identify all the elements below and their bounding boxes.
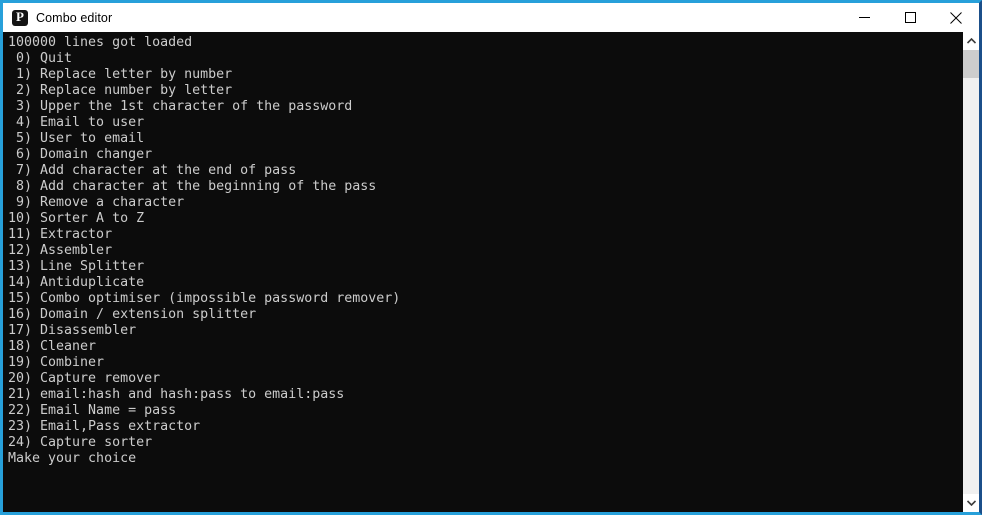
close-icon: [950, 11, 962, 24]
maximize-icon: [904, 12, 916, 23]
scroll-up-button[interactable]: [963, 32, 979, 50]
vertical-scrollbar[interactable]: [963, 32, 979, 512]
close-button[interactable]: [933, 3, 979, 32]
chevron-down-icon: [966, 500, 976, 506]
window-title: Combo editor: [36, 10, 113, 25]
minimize-icon: [858, 17, 870, 18]
padlock-p-icon: P: [12, 9, 28, 26]
console-output-area[interactable]: 100000 lines got loaded 0) Quit 1) Repla…: [3, 32, 963, 512]
chevron-up-icon: [966, 38, 976, 44]
scrollbar-thumb[interactable]: [963, 50, 979, 78]
minimize-button[interactable]: [841, 3, 887, 32]
scroll-down-button[interactable]: [963, 494, 979, 512]
console-text: 100000 lines got loaded 0) Quit 1) Repla…: [8, 35, 401, 466]
maximize-button[interactable]: [887, 3, 933, 32]
title-bar[interactable]: P Combo editor: [3, 3, 979, 32]
window-controls: [841, 3, 979, 32]
padlock-p-icon-glyph: P: [16, 9, 24, 24]
combo-editor-window: P Combo editor 100000 lines got loaded 0…: [0, 0, 982, 515]
